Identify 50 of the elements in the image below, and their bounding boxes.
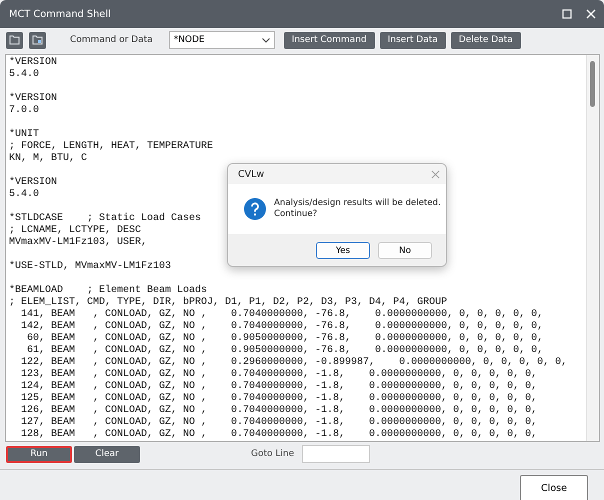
dialog-button[interactable]: No xyxy=(378,242,432,260)
code-line: 61, BEAM , CONLOAD, GZ, NO , 0.9050000000, -76.8, 0.0000000000, 0, 0, 0, 0, 0, xyxy=(26,345,544,357)
code-line: 126, BEAM , CONLOAD, GZ, NO , 0.7040000000, -1.8, 0.0000000000, 0, 0, 0, 0, 0, xyxy=(20,405,538,417)
code-line: MVmaxMV-LM1Fz103, USER, xyxy=(9,237,148,249)
window-title: MCT Command Shell xyxy=(9,8,111,20)
code-line: 5.4.0 xyxy=(9,189,40,201)
scrollbar[interactable] xyxy=(586,55,599,441)
command-dropdown[interactable]: *NODE xyxy=(168,31,275,49)
code-line: 141, BEAM , CONLOAD, GZ, NO , 0.7040000000, -76.8, 0.0000000000, 0, 0, 0, 0, 0, xyxy=(20,309,544,321)
toolbar-button[interactable]: Insert Command xyxy=(284,32,375,48)
code-editor[interactable] xyxy=(5,54,600,442)
save-folder-button[interactable] xyxy=(29,32,46,48)
code-line: 127, BEAM , CONLOAD, GZ, NO , 0.7040000000, -1.8, 0.0000000000, 0, 0, 0, 0, 0, xyxy=(20,417,538,429)
scrollbar-thumb[interactable] xyxy=(590,61,595,107)
command-label: Command or Data xyxy=(70,35,153,45)
code-line: 124, BEAM , CONLOAD, GZ, NO , 0.7040000000, -1.8, 0.0000000000, 0, 0, 0, 0, 0, xyxy=(20,381,538,393)
folder-icon xyxy=(8,35,20,45)
goto-label: Goto Line xyxy=(251,449,294,459)
code-line: *VERSION xyxy=(9,93,58,105)
code-line: 142, BEAM , CONLOAD, GZ, NO , 0.7040000000, -76.8, 0.0000000000, 0, 0, 0, 0, 0, xyxy=(20,321,544,333)
code-line: ; LCNAME, LCTYPE, DESC xyxy=(9,225,142,237)
toolbar-button[interactable]: Delete Data xyxy=(450,32,521,48)
code-line: 123, BEAM , CONLOAD, GZ, NO , 0.7040000000, -1.8, 0.0000000000, 0, 0, 0, 0, 0, xyxy=(20,369,538,381)
code-line: ; ELEM_LIST, CMD, TYPE, DIR, bPROJ, D1, P1, D2, P2, D3, P3, D4, P4, GROUP xyxy=(9,297,448,309)
code-line: 5.4.0 xyxy=(9,69,40,81)
maximize-icon[interactable] xyxy=(562,9,572,19)
code-line: ; FORCE, LENGTH, HEAT, TEMPERATURE xyxy=(9,141,214,153)
close-button[interactable]: Close xyxy=(520,475,588,500)
dialog-title: CVLw xyxy=(238,168,264,180)
folder-icon xyxy=(32,35,44,45)
code-line: 128, BEAM , CONLOAD, GZ, NO , 0.7040000000, -1.8, 0.0000000000, 0, 0, 0, 0, 0, xyxy=(20,429,538,441)
code-line: *UNIT xyxy=(9,129,40,141)
question-icon xyxy=(244,198,266,220)
code-line: 122, BEAM , CONLOAD, GZ, NO , 0.2960000000, -0.899987, 0.0000000000, 0, 0, 0, 0, 0, xyxy=(20,357,568,369)
code-line: *USE-STLD, MVmaxMV-LM1Fz103 xyxy=(9,261,172,273)
code-line: 125, BEAM , CONLOAD, GZ, NO , 0.7040000000, -1.8, 0.0000000000, 0, 0, 0, 0, 0, xyxy=(20,393,538,405)
code-line: *BEAMLOAD ; Element Beam Loads xyxy=(9,285,208,296)
chevron-down-icon xyxy=(262,38,270,42)
open-folder-button[interactable] xyxy=(6,32,23,48)
goto-line-field[interactable] xyxy=(302,445,370,463)
code-line: 60, BEAM , CONLOAD, GZ, NO , 0.9050000000, -76.8, 0.0000000000, 0, 0, 0, 0, 0, xyxy=(26,333,544,345)
toolbar-button[interactable]: Insert Data xyxy=(380,32,446,48)
code-line: *VERSION xyxy=(9,177,58,189)
dialog-message: Analysis/design results will be deleted. Continue? xyxy=(274,198,441,220)
dialog-button[interactable]: Yes xyxy=(316,242,370,260)
code-line: 7.0.0 xyxy=(9,105,40,117)
action-button[interactable]: Clear xyxy=(74,446,140,462)
code-line: KN, M, BTU, C xyxy=(9,153,88,165)
action-button[interactable]: Run xyxy=(6,446,72,462)
code-line: *VERSION xyxy=(9,57,58,69)
